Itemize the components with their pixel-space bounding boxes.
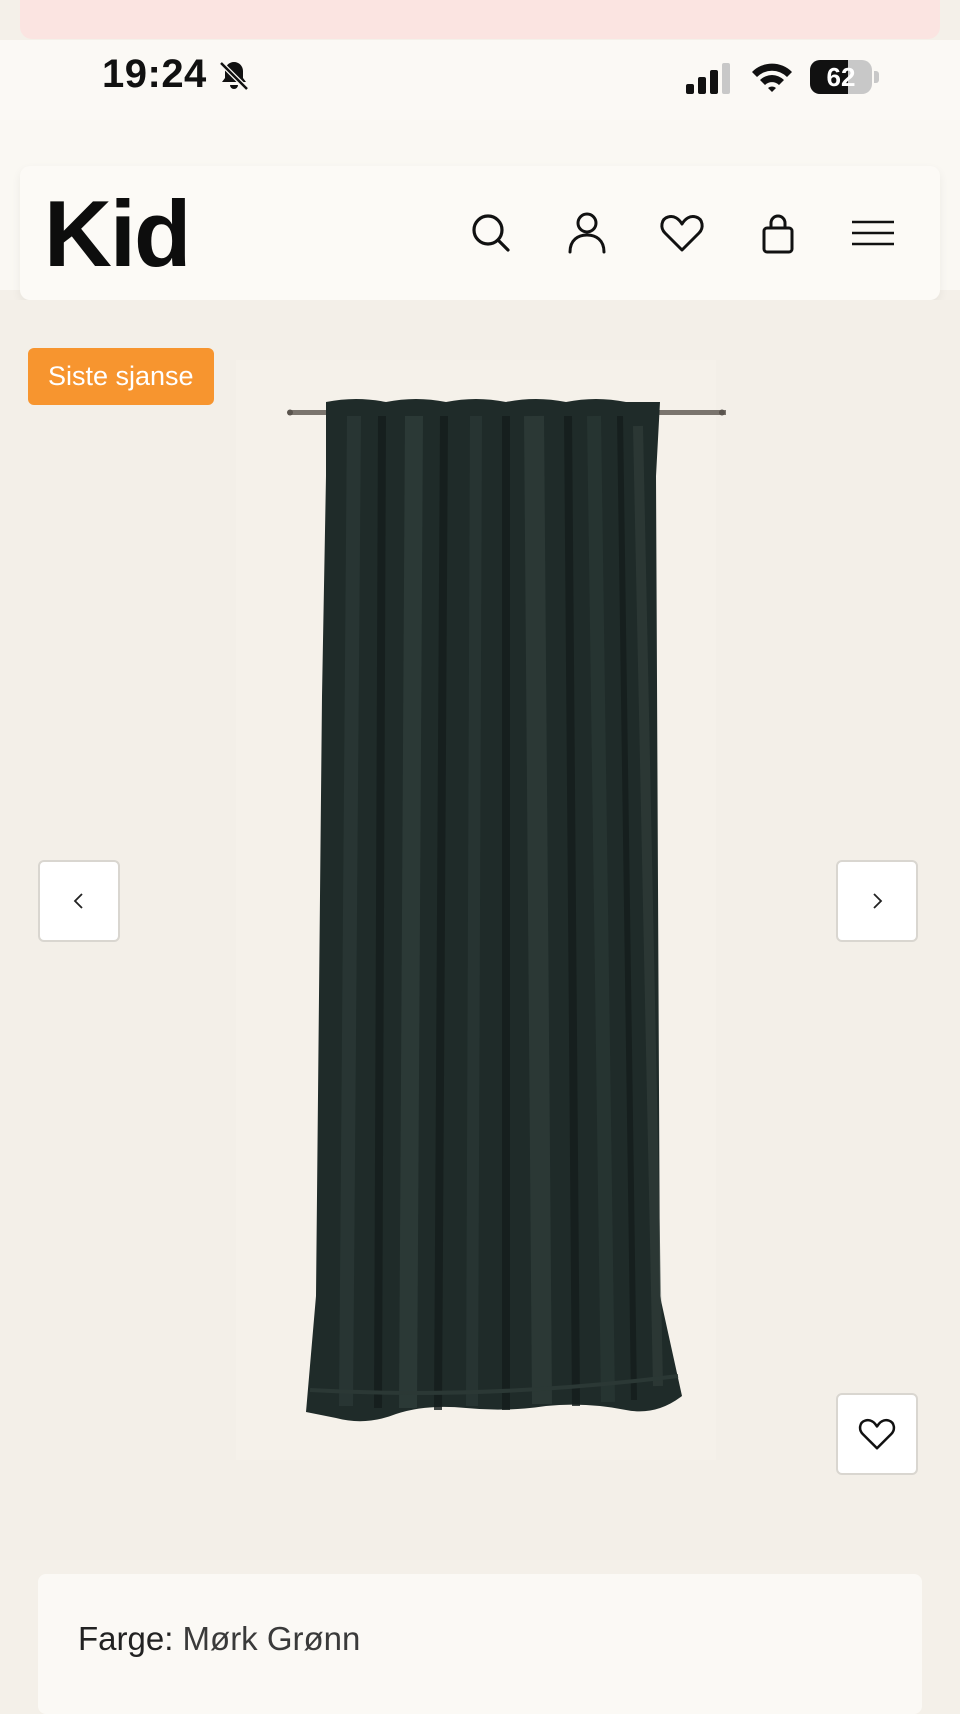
last-chance-badge: Siste sjanse (28, 348, 214, 405)
battery-level: 62 (826, 62, 856, 92)
bell-muted-icon (219, 61, 249, 91)
curtain-image (287, 399, 726, 1422)
site-header: Kid (20, 166, 940, 300)
menu-icon[interactable] (848, 208, 898, 258)
add-to-wishlist-button[interactable] (836, 1393, 918, 1475)
heart-icon (858, 1418, 896, 1450)
chevron-right-icon (873, 893, 883, 909)
product-details-card: Farge: Mørk Grønn (38, 1574, 922, 1714)
battery-icon: 62 (810, 60, 880, 94)
site-logo[interactable]: Kid (44, 184, 191, 284)
cellular-signal-icon (686, 63, 730, 94)
shopping-bag-icon[interactable] (753, 208, 803, 258)
color-row: Farge: Mørk Grønn (78, 1620, 360, 1658)
status-time: 19:24 (102, 52, 207, 96)
previous-image-button[interactable] (38, 860, 120, 942)
wifi-icon (752, 63, 792, 92)
color-value: Mørk Grønn (182, 1620, 361, 1657)
next-image-button[interactable] (836, 860, 918, 942)
color-label: Farge: (78, 1620, 174, 1657)
promo-banner-strip (20, 0, 940, 39)
wishlist-heart-icon[interactable] (657, 208, 707, 258)
chevron-left-icon (73, 893, 83, 909)
account-icon[interactable] (562, 208, 612, 258)
search-icon[interactable] (466, 208, 516, 258)
